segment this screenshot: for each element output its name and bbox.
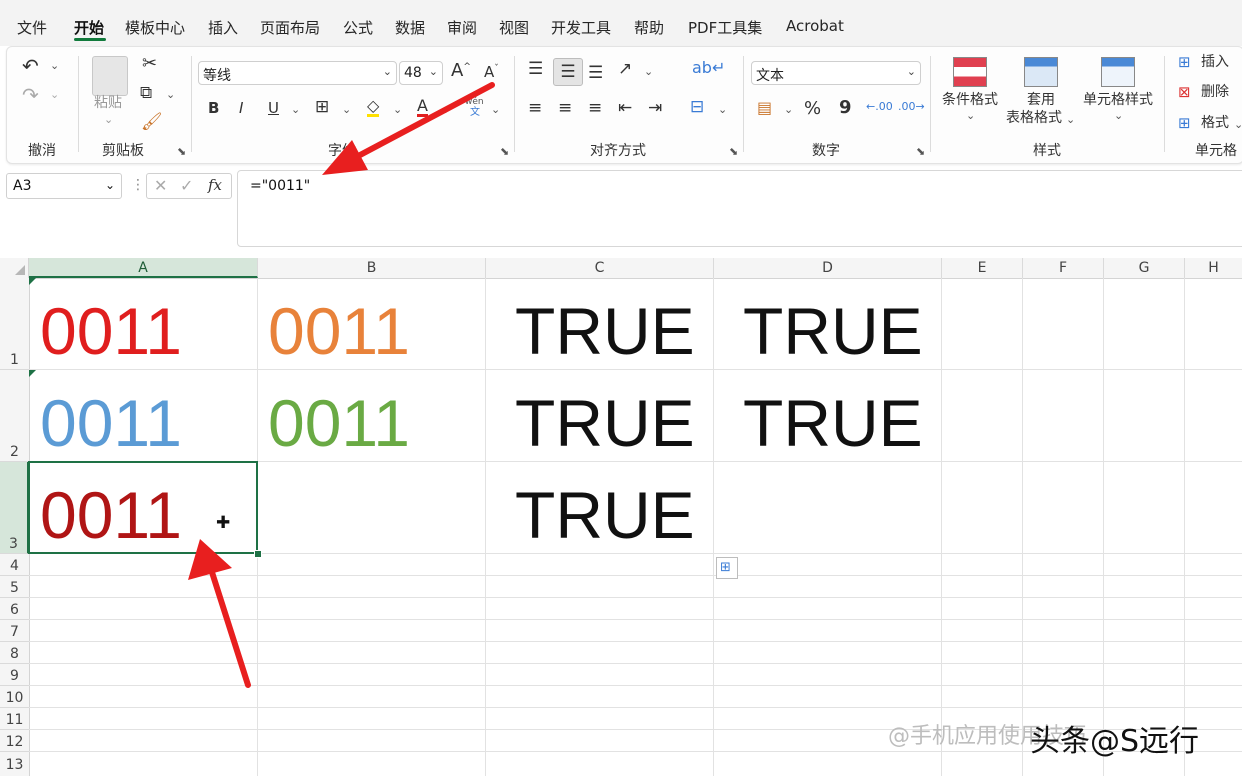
annotation-arrows [188,82,495,688]
arrow-to-cell-a3 [188,539,251,688]
watermark-text: 头条@S远行 [1030,724,1200,759]
arrow-to-formula-bar [322,82,495,175]
